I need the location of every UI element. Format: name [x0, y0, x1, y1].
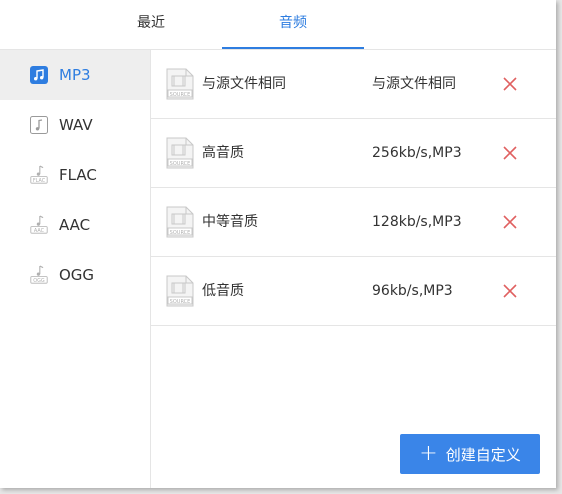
music-note-icon [30, 65, 48, 85]
icon-text: SOURCE [170, 92, 191, 98]
icon-text: OGG [33, 278, 45, 284]
icon-text: SOURCE [170, 230, 191, 236]
preset-detail: 128kb/s,MP3 [372, 214, 462, 230]
source-file-icon: SOURCE [166, 137, 194, 169]
icon-text: FLAC [33, 178, 46, 184]
preset-detail: 与源文件相同 [372, 76, 456, 92]
source-file-icon: SOURCE [166, 206, 194, 238]
tab-audio[interactable]: 音频 [222, 0, 364, 49]
close-icon[interactable] [502, 145, 518, 161]
format-panel: 最近 音频 MP3 WAV FLAC FLAC AAC AAC OGG OGG … [0, 0, 556, 488]
source-file-icon: SOURCE [166, 275, 194, 307]
sidebar-item-wav[interactable]: WAV [0, 100, 150, 150]
sidebar-item-label: AAC [59, 216, 91, 234]
preset-name: 与源文件相同 [202, 76, 286, 92]
sidebar-item-aac[interactable]: AAC AAC [0, 200, 150, 250]
preset-name: 中等音质 [202, 214, 258, 230]
preset-row[interactable]: SOURCE 与源文件相同 与源文件相同 [151, 50, 556, 119]
preset-row[interactable]: SOURCE 低音质 96kb/s,MP3 [151, 257, 556, 326]
source-file-icon: SOURCE [166, 68, 194, 100]
preset-row[interactable]: SOURCE 高音质 256kb/s,MP3 [151, 119, 556, 188]
sidebar-item-ogg[interactable]: OGG OGG [0, 250, 150, 300]
format-sidebar: MP3 WAV FLAC FLAC AAC AAC OGG OGG [0, 50, 151, 488]
aac-file-icon: AAC [30, 215, 48, 235]
close-icon[interactable] [502, 214, 518, 230]
sidebar-item-label: FLAC [59, 166, 97, 184]
close-icon[interactable] [502, 76, 518, 92]
sidebar-item-label: MP3 [59, 66, 91, 84]
preset-detail: 96kb/s,MP3 [372, 283, 453, 299]
tab-bar: 最近 音频 [0, 0, 556, 50]
create-custom-button[interactable]: + 创建自定义 [400, 434, 540, 474]
icon-text: SOURCE [170, 299, 191, 305]
music-note-icon [30, 115, 48, 135]
preset-list: SOURCE 与源文件相同 与源文件相同 SOURCE 高音质 256kb/s,… [151, 50, 556, 326]
close-icon[interactable] [502, 283, 518, 299]
icon-text: AAC [34, 228, 45, 234]
icon-text: SOURCE [170, 161, 191, 167]
sidebar-item-label: OGG [59, 266, 95, 284]
tab-recent[interactable]: 最近 [80, 0, 222, 48]
plus-icon: + [419, 441, 438, 466]
preset-name: 低音质 [202, 283, 244, 299]
sidebar-item-label: WAV [59, 116, 93, 134]
flac-file-icon: FLAC [30, 165, 48, 185]
preset-detail: 256kb/s,MP3 [372, 145, 462, 161]
sidebar-item-mp3[interactable]: MP3 [0, 50, 150, 100]
ogg-file-icon: OGG [30, 265, 48, 285]
create-custom-label: 创建自定义 [445, 445, 521, 464]
preset-row[interactable]: SOURCE 中等音质 128kb/s,MP3 [151, 188, 556, 257]
sidebar-item-flac[interactable]: FLAC FLAC [0, 150, 150, 200]
preset-name: 高音质 [202, 145, 244, 161]
